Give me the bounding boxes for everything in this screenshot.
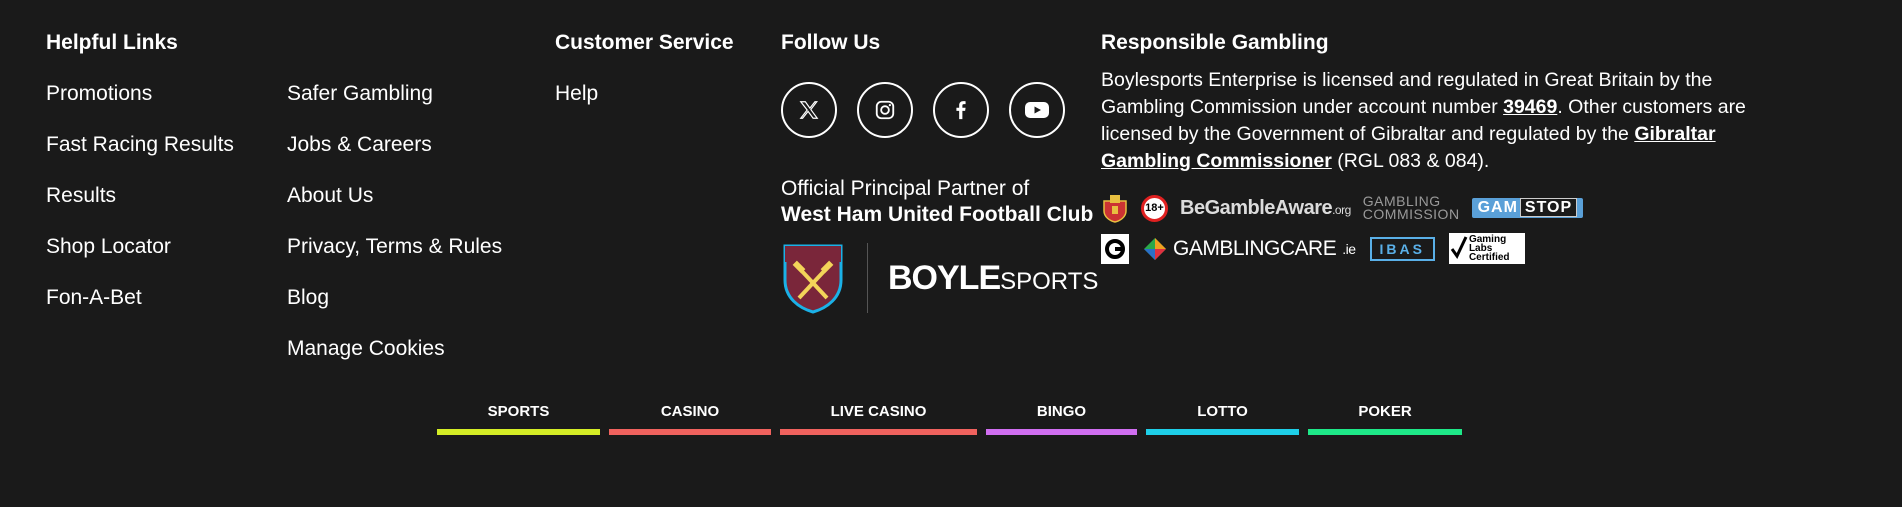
product-bar-casino — [609, 429, 771, 435]
gamstop-logo[interactable]: GAM STOP — [1471, 198, 1584, 218]
footer-link-safer-gambling[interactable]: Safer Gambling — [287, 81, 502, 107]
product-tab-casino[interactable]: CASINO — [609, 402, 771, 435]
product-nav: SPORTS CASINO LIVE CASINO BINGO LOTTO PO… — [437, 402, 1462, 435]
account-number-link[interactable]: 39469 — [1503, 96, 1557, 118]
product-bar-bingo — [986, 429, 1137, 435]
helpful-links-list-1: Promotions Fast Racing Results Results S… — [46, 81, 234, 311]
helpful-links-section-2: Safer Gambling Jobs & Careers About Us P… — [287, 81, 502, 362]
age-18-text: 18+ — [1145, 202, 1164, 214]
helpful-links-list-2: Safer Gambling Jobs & Careers About Us P… — [287, 81, 502, 362]
glc-line-3: Certified — [1468, 252, 1510, 263]
gamblingcare-text: GAMBLINGCARE — [1173, 236, 1337, 260]
product-bar-sports — [437, 429, 600, 435]
footer-link-results[interactable]: Results — [46, 183, 234, 209]
helpful-links-heading: Helpful Links — [46, 31, 178, 54]
customer-service-list: Help — [555, 81, 734, 107]
gamstop-text-1: GAM — [1477, 199, 1518, 216]
footer-link-jobs-careers[interactable]: Jobs & Careers — [287, 132, 502, 158]
product-tab-live-casino[interactable]: LIVE CASINO — [780, 402, 977, 435]
footer-link-shop-locator[interactable]: Shop Locator — [46, 234, 234, 260]
licensing-text-part-3: (RGL 083 & 084). — [1331, 150, 1490, 172]
ibas-logo[interactable]: IBAS — [1369, 236, 1435, 261]
youtube-social-button[interactable] — [1009, 82, 1065, 138]
product-label-live-casino: LIVE CASINO — [830, 403, 927, 420]
footer-link-privacy-terms[interactable]: Privacy, Terms & Rules — [287, 234, 502, 260]
gamblingcare-suffix: .ie — [1342, 240, 1356, 257]
product-label-poker: POKER — [1358, 403, 1412, 420]
brand-main: BOYLE — [888, 258, 1001, 297]
boylesports-logo[interactable]: BOYLESPORTS — [888, 259, 1098, 298]
product-label-bingo: BINGO — [1036, 403, 1087, 420]
age-18-badge[interactable]: 18+ — [1141, 194, 1168, 222]
footer-link-about-us[interactable]: About Us — [287, 183, 502, 209]
gambling-commission-line-2: COMMISSION — [1362, 206, 1460, 222]
footer-link-manage-cookies[interactable]: Manage Cookies — [287, 336, 502, 362]
product-tab-lotto[interactable]: LOTTO — [1146, 402, 1299, 435]
west-ham-crest-icon[interactable] — [781, 242, 845, 314]
product-label-sports: SPORTS — [487, 403, 550, 420]
begambleaware-logo[interactable]: BeGambleAware.org — [1180, 197, 1351, 220]
gaming-labs-certified-logo[interactable]: Gaming Labs Certified — [1448, 233, 1525, 264]
customer-service-section: Customer Service Help — [555, 30, 734, 107]
product-tab-poker[interactable]: POKER — [1308, 402, 1462, 435]
youtube-icon — [1025, 102, 1049, 118]
gambling-commission-logo[interactable]: GAMBLING COMMISSION — [1362, 194, 1460, 222]
product-label-lotto: LOTTO — [1197, 403, 1248, 420]
gamblingcare-logo[interactable]: GAMBLINGCARE .ie — [1143, 237, 1356, 261]
product-bar-poker — [1308, 429, 1462, 435]
ibas-text: IBAS — [1379, 240, 1425, 257]
product-bar-live-casino — [780, 429, 977, 435]
x-icon — [799, 101, 819, 119]
footer-link-blog[interactable]: Blog — [287, 285, 502, 311]
gamstop-text-2: STOP — [1519, 198, 1578, 217]
responsible-gambling-section: Responsible Gambling Boylesports Enterpr… — [1101, 30, 1801, 264]
gamcare-icon — [1105, 238, 1125, 259]
facebook-social-button[interactable] — [933, 82, 989, 138]
footer-link-fon-a-bet[interactable]: Fon-A-Bet — [46, 285, 234, 311]
instagram-social-button[interactable] — [857, 82, 913, 138]
partner-logos: BOYLESPORTS — [781, 242, 1098, 314]
checkmark-icon — [1450, 236, 1468, 259]
product-bar-lotto — [1146, 429, 1299, 435]
helpful-links-section: Helpful Links Promotions Fast Racing Res… — [46, 30, 234, 311]
partner-divider — [867, 243, 868, 313]
partner-line-1: Official Principal Partner of — [781, 177, 1030, 200]
licensing-text: Boylesports Enterprise is licensed and r… — [1101, 67, 1801, 175]
gibraltar-crest-icon[interactable] — [1101, 193, 1129, 223]
product-tab-bingo[interactable]: BINGO — [986, 402, 1137, 435]
x-social-button[interactable] — [781, 82, 837, 138]
begambleaware-suffix: .org — [1332, 202, 1351, 217]
footer-link-promotions[interactable]: Promotions — [46, 81, 234, 107]
follow-us-section: Follow Us Official Principal Partner of … — [781, 30, 1098, 314]
responsible-gambling-heading: Responsible Gambling — [1101, 31, 1329, 54]
product-tab-sports[interactable]: SPORTS — [437, 402, 600, 435]
footer-link-fast-racing-results[interactable]: Fast Racing Results — [46, 132, 234, 158]
follow-us-heading: Follow Us — [781, 31, 881, 54]
facebook-icon — [956, 101, 966, 120]
partner-line-2: West Ham United Football Club — [781, 203, 1094, 226]
social-links — [781, 82, 1098, 138]
responsible-badges-row-2: GAMBLINGCARE .ie IBAS Gaming Labs Certifi… — [1101, 233, 1801, 264]
footer-link-help[interactable]: Help — [555, 81, 734, 107]
product-label-casino: CASINO — [660, 403, 720, 420]
begambleaware-text: BeGambleAware — [1180, 196, 1333, 219]
responsible-badges-row-1: 18+ BeGambleAware.org GAMBLING COMMISSIO… — [1101, 193, 1801, 223]
customer-service-heading: Customer Service — [555, 31, 734, 54]
gamblingcare-diamond-icon — [1144, 237, 1166, 260]
instagram-icon — [875, 100, 895, 120]
gamcare-badge[interactable] — [1101, 233, 1129, 264]
brand-sub: SPORTS — [1000, 267, 1099, 295]
